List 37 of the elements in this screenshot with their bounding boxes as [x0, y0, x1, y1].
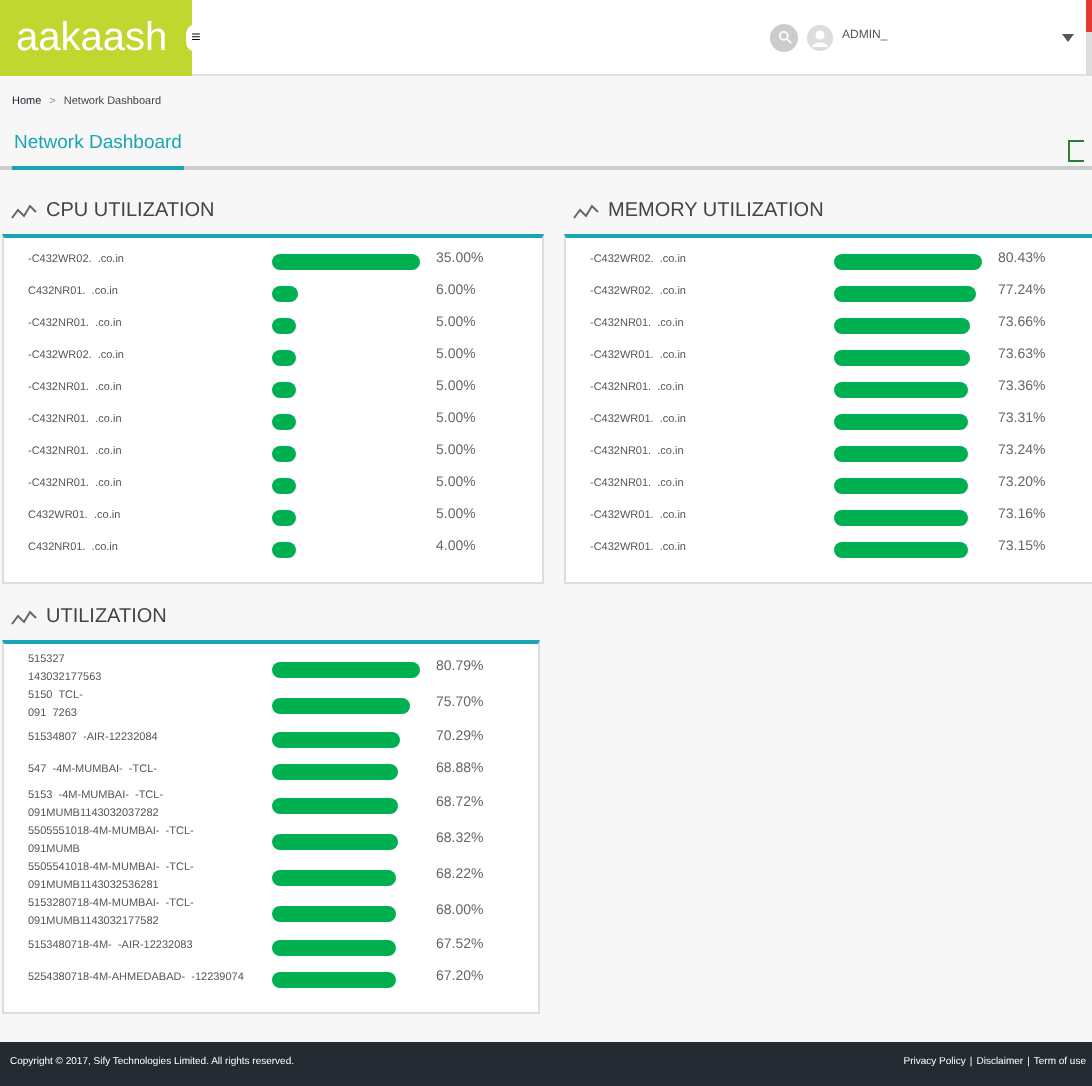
usage-bar: [272, 509, 296, 525]
usage-bar: [272, 833, 398, 849]
logo-text: aakaash: [16, 13, 168, 63]
usage-bar: [272, 697, 411, 713]
menu-button[interactable]: ≡: [186, 23, 206, 51]
usage-bar: [834, 477, 969, 493]
panel-title: MEMORY UTILIZATION: [608, 198, 824, 226]
caret-icon[interactable]: [1062, 33, 1074, 41]
usage-bar: [834, 317, 970, 333]
usage-bar: [834, 509, 969, 525]
usage-bar: [272, 317, 296, 333]
usage-bar: [272, 905, 397, 921]
trend-line-icon: [10, 203, 38, 219]
usage-bar: [272, 763, 399, 779]
panel-title: CPU UTILIZATION: [46, 198, 215, 226]
usage-bar: [272, 939, 396, 955]
trend-line-icon: [572, 203, 600, 219]
usage-bar: [272, 381, 296, 397]
usage-bar: [834, 381, 969, 397]
usage-bar: [272, 869, 397, 885]
usage-bar: [272, 797, 398, 813]
usage-bar: [834, 285, 977, 301]
avatar-icon: [806, 23, 834, 51]
usage-bar: [272, 413, 296, 429]
usage-bar: [272, 349, 296, 365]
usage-bar: [834, 541, 969, 557]
usage-bar: [272, 477, 296, 493]
panel-title: UTILIZATION: [46, 604, 167, 632]
usage-bar: [272, 285, 298, 301]
usage-bar: [834, 445, 969, 461]
usage-bar: [834, 349, 970, 365]
usage-bar: [272, 541, 296, 557]
usage-bar: [272, 445, 296, 461]
usage-bar: [272, 731, 401, 747]
usage-bar: [834, 413, 969, 429]
usage-bar: [272, 971, 396, 987]
trend-line-icon: [10, 609, 38, 625]
